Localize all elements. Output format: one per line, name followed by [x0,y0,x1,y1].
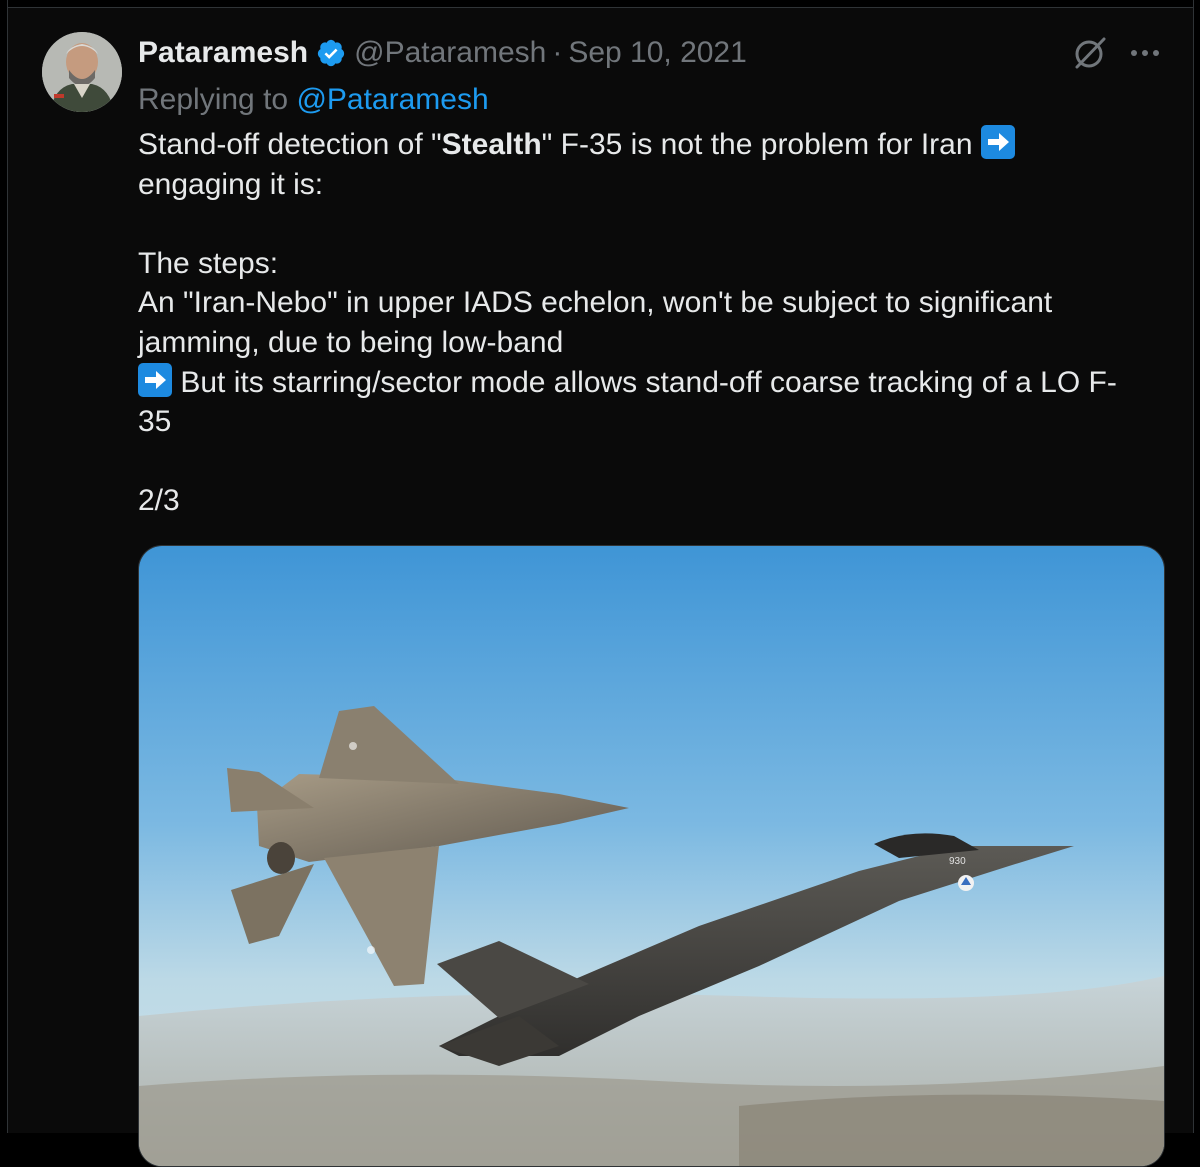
tweet-line-8: 2/3 [138,484,180,518]
tweet-text-segment: But its starring/sector mode allows stan… [172,365,1117,399]
tweet-line-5: jamming, due to being low-band [138,325,564,359]
tweet-line-3: The steps: [138,246,279,280]
tweet-line-4: An "Iran-Nebo" in upper IADS echelon, wo… [138,286,1053,320]
tweet-spacer [138,442,1168,482]
frame-right-border [1193,0,1200,1133]
tweet-text-segment: " F-35 is not the problem for Iran [541,128,981,161]
more-options-icon[interactable] [1128,38,1162,68]
frame-left-border [0,0,8,1133]
header-separator: · [552,36,563,69]
replying-to: Replying to @Pataramesh [138,80,489,120]
grok-icon[interactable] [1072,35,1108,71]
replying-prefix: Replying to [138,83,297,116]
tweet-line-7: 35 [138,405,172,439]
author-name[interactable]: Pataramesh [138,33,308,73]
frame-top-border [0,0,1200,8]
tweet-line-6: But its starring/sector mode allows stan… [138,362,1168,403]
tweet-bold-text: Stealth [441,128,542,161]
right-arrow-emoji-icon [138,362,172,397]
tweet-spacer [138,204,1168,244]
tweet-line-2: engaging it is: [138,167,324,201]
tweet-text: Stand-off detection of "Stealth" F-35 is… [138,125,1168,521]
tweet-media-image[interactable]: 930 [138,545,1165,1167]
avatar-image [42,32,122,112]
tweet-header: Pataramesh @Pataramesh · Sep 10, 2021 [138,33,747,73]
tweet-card: Pataramesh @Pataramesh · Sep 10, 2021 Re… [0,0,1200,1167]
f35-photo: 930 [139,546,1164,1166]
tweet-date[interactable]: Sep 10, 2021 [568,33,747,73]
tweet-line-1: Stand-off detection of "Stealth" F-35 is… [138,125,1168,165]
verified-badge-icon [316,38,346,68]
right-arrow-emoji-icon [980,125,1015,159]
aircraft-marking: 930 [949,856,966,867]
avatar[interactable] [42,32,122,112]
tweet-text-segment: Stand-off detection of " [138,128,442,161]
reply-mention-link[interactable]: @Pataramesh [296,83,488,116]
author-handle[interactable]: @Pataramesh [354,33,546,73]
